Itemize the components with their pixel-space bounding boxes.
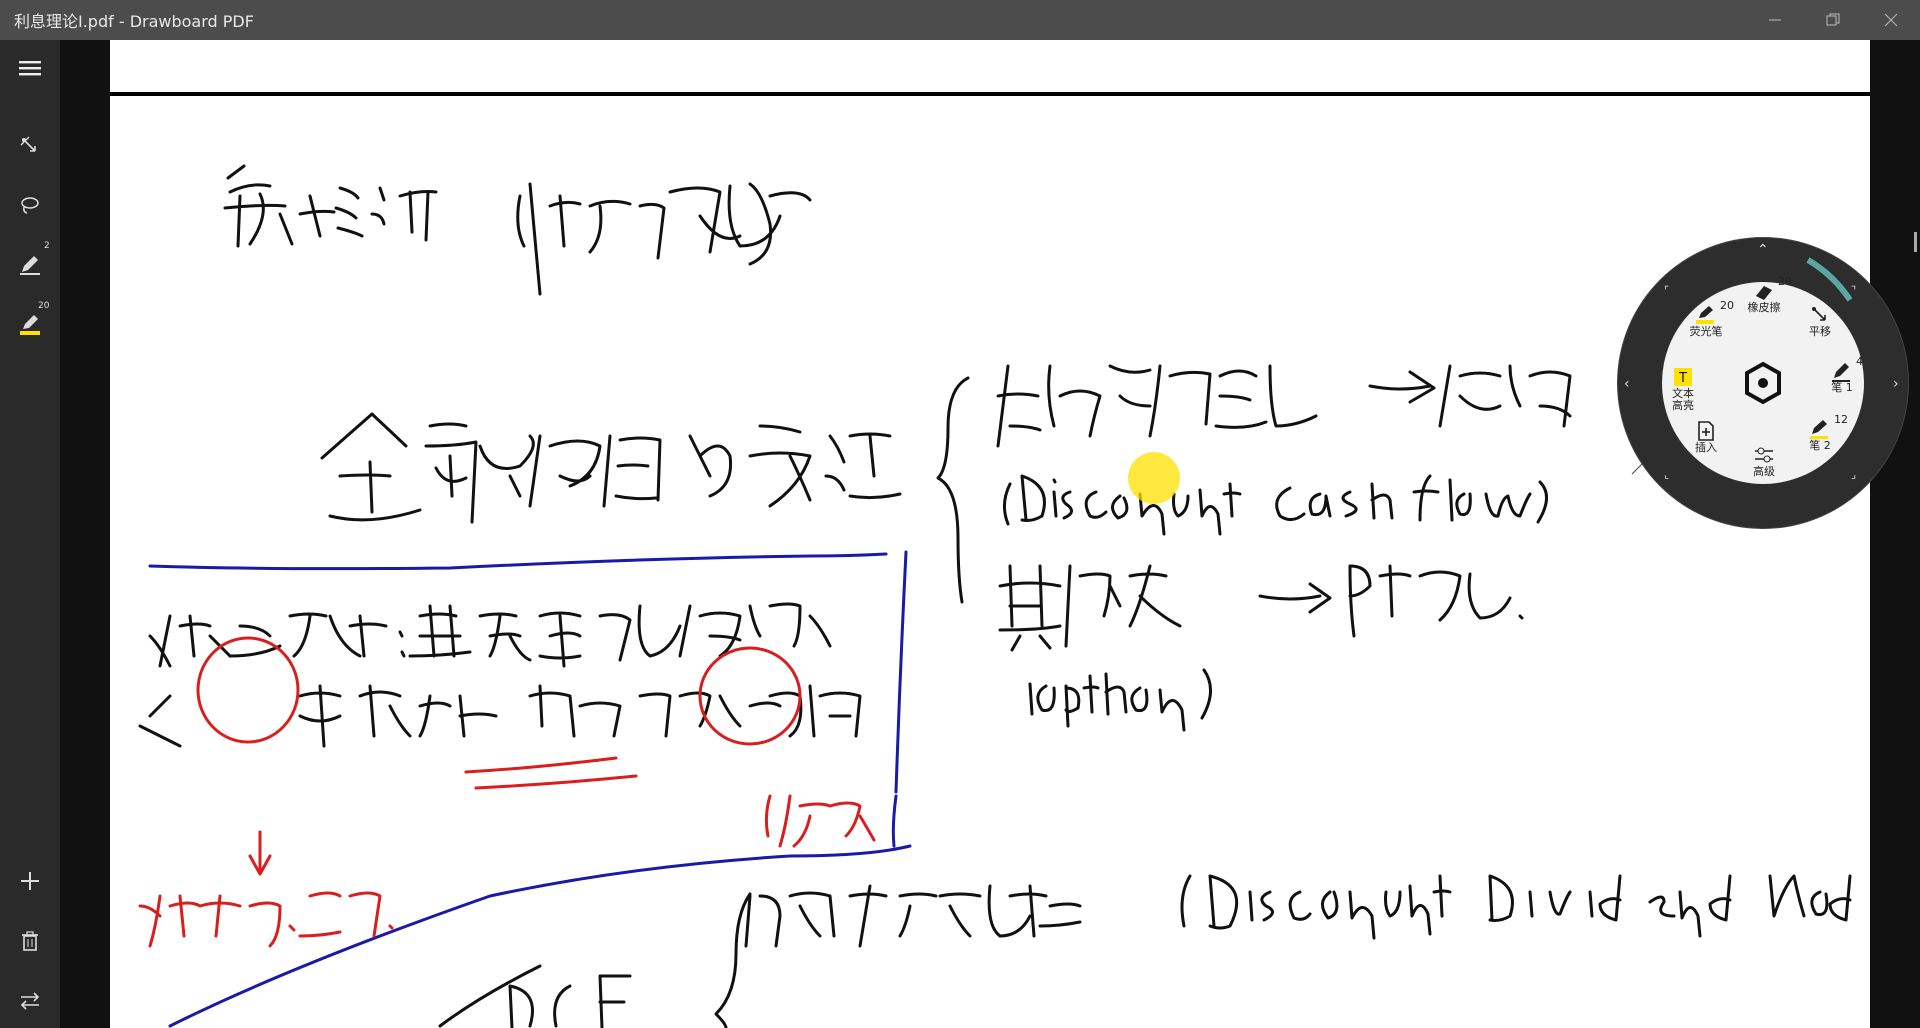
radial-insert[interactable]: 插入 bbox=[1676, 420, 1736, 454]
text-highlight-icon: T bbox=[1674, 368, 1692, 386]
highlighter-label: 荧光笔 bbox=[1689, 325, 1723, 338]
svg-text:T: T bbox=[1678, 371, 1687, 386]
highlighter-tool-button[interactable]: 20 bbox=[0, 299, 60, 349]
minimize-icon bbox=[1769, 19, 1781, 21]
radial-highlighter[interactable]: 20 荧光笔 bbox=[1676, 300, 1736, 338]
add-page-button[interactable] bbox=[0, 856, 60, 906]
title-bar: 利息理论I.pdf - Drawboard PDF bbox=[0, 0, 1920, 40]
corner-bl-icon: ⌞ bbox=[1664, 468, 1670, 481]
corner-tr-icon: ⌝ bbox=[1851, 284, 1857, 297]
restore-button[interactable] bbox=[1804, 0, 1862, 40]
trash-icon bbox=[22, 931, 38, 951]
window-controls bbox=[1746, 0, 1920, 40]
close-button[interactable] bbox=[1862, 0, 1920, 40]
previous-page bbox=[110, 40, 1870, 95]
insert-label: 插入 bbox=[1695, 441, 1717, 454]
eraser-icon bbox=[1756, 286, 1772, 300]
ink-brace bbox=[936, 376, 970, 604]
add-icon bbox=[21, 872, 39, 890]
chevron-left-icon[interactable]: ‹ bbox=[1624, 376, 1630, 392]
chevron-right-icon[interactable]: › bbox=[1893, 376, 1899, 392]
ink-dcf-english bbox=[1003, 474, 1548, 536]
vertical-scrollbar[interactable] bbox=[1914, 232, 1917, 252]
menu-button[interactable] bbox=[0, 43, 60, 93]
restore-icon bbox=[1826, 13, 1840, 26]
eraser-size: 20 bbox=[1778, 275, 1792, 288]
hexagon-icon bbox=[1745, 361, 1781, 405]
advanced-label: 高级 bbox=[1753, 465, 1775, 478]
radial-pen1[interactable]: 4 笔 1 bbox=[1812, 356, 1872, 394]
corner-br-icon: ⌟ bbox=[1851, 468, 1857, 481]
pan-icon bbox=[1812, 307, 1826, 321]
ink-title bbox=[223, 164, 812, 296]
swap-button[interactable] bbox=[0, 976, 60, 1026]
radial-pan[interactable]: 平移 bbox=[1790, 304, 1850, 338]
text-highlight-label: 文本 高亮 bbox=[1672, 387, 1694, 412]
chevron-up-icon[interactable]: ⌃ bbox=[1757, 242, 1769, 258]
ink-core-idea bbox=[138, 602, 862, 748]
pen-badge: 2 bbox=[44, 241, 50, 251]
lasso-tool-button[interactable] bbox=[0, 180, 60, 230]
pan-label: 平移 bbox=[1809, 325, 1831, 338]
highlighter-icon bbox=[1696, 306, 1714, 324]
radial-pen2[interactable]: 12 笔 2 bbox=[1790, 414, 1850, 452]
corner-tl-icon: ⌜ bbox=[1664, 284, 1670, 297]
minimize-button[interactable] bbox=[1746, 0, 1804, 40]
sliders-icon bbox=[1755, 447, 1773, 463]
ink-options bbox=[998, 564, 1524, 732]
delete-page-button[interactable] bbox=[0, 916, 60, 966]
pan-icon bbox=[20, 136, 36, 152]
left-toolbar: 2 20 bbox=[0, 40, 60, 1028]
highlighter-icon bbox=[20, 315, 40, 335]
pen1-label: 笔 1 bbox=[1831, 381, 1853, 394]
pdf-page[interactable] bbox=[110, 96, 1870, 1028]
handwriting-ink-layer bbox=[138, 164, 1852, 1028]
pen-icon bbox=[1832, 363, 1850, 382]
eraser-label: 橡皮擦 bbox=[1747, 301, 1781, 314]
pen1-size: 4 bbox=[1856, 355, 1863, 368]
insert-icon bbox=[1698, 421, 1714, 441]
highlighter-badge: 20 bbox=[38, 301, 50, 311]
cursor-highlight bbox=[1128, 452, 1180, 504]
pen-icon bbox=[20, 256, 40, 275]
ink-dcf-title bbox=[996, 364, 1572, 448]
hamburger-menu-icon bbox=[19, 61, 41, 76]
window-title: 利息理论I.pdf - Drawboard PDF bbox=[14, 12, 254, 31]
radial-eraser[interactable]: 20 橡皮擦 bbox=[1734, 276, 1794, 314]
ink-heading-valuation bbox=[320, 412, 902, 524]
pen2-size: 12 bbox=[1834, 413, 1848, 426]
close-icon bbox=[1884, 13, 1898, 27]
ink-blue-box bbox=[148, 550, 912, 1028]
ink-red-annotations bbox=[138, 636, 876, 948]
lasso-icon bbox=[21, 197, 39, 214]
swap-icon bbox=[20, 992, 40, 1010]
pen-icon bbox=[1810, 420, 1828, 439]
radial-text-highlight[interactable]: T 文本 高亮 bbox=[1653, 366, 1713, 412]
page-gutter-left bbox=[60, 40, 110, 1028]
radial-center-button[interactable] bbox=[1738, 358, 1788, 408]
ink-bottom-section bbox=[438, 874, 1852, 1028]
pen2-label: 笔 2 bbox=[1809, 439, 1831, 452]
pan-tool-button[interactable] bbox=[0, 121, 60, 171]
page-gutter-right bbox=[1870, 40, 1920, 1028]
highlighter-size: 20 bbox=[1720, 299, 1734, 312]
pen-tool-button[interactable]: 2 bbox=[0, 239, 60, 289]
radial-advanced[interactable]: 高级 bbox=[1734, 444, 1794, 478]
